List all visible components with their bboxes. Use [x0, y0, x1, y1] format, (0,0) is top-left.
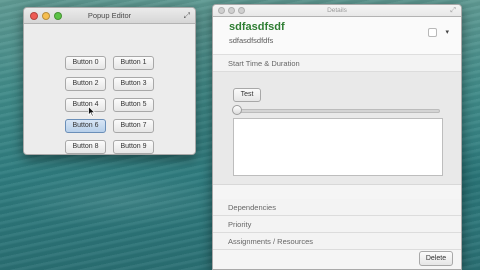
- fullscreen-icon[interactable]: ⤢: [450, 6, 456, 16]
- text-area[interactable]: [233, 118, 443, 176]
- task-checkbox[interactable]: [428, 28, 437, 37]
- button-2[interactable]: Button 2: [65, 77, 106, 91]
- section-priority[interactable]: Priority: [213, 216, 461, 233]
- button-9[interactable]: Button 9: [113, 140, 154, 154]
- button-6[interactable]: Button 6: [65, 119, 106, 133]
- task-header: sdfasdfsdf sdfasdfsdfdfs ▾: [213, 17, 461, 55]
- section-dependencies[interactable]: Dependencies: [213, 199, 461, 216]
- details-titlebar[interactable]: Details ⤢: [213, 5, 461, 17]
- button-0[interactable]: Button 0: [65, 56, 106, 70]
- button-5[interactable]: Button 5: [113, 98, 154, 112]
- close-button[interactable]: [218, 7, 225, 14]
- mouse-pointer-icon: [88, 106, 96, 117]
- bottom-toolbar: Delete: [213, 250, 461, 269]
- button-grid: Button 0 Button 1 Button 2 Button 3 Butt…: [65, 56, 154, 154]
- section-start-time[interactable]: Start Time & Duration: [213, 55, 461, 72]
- fullscreen-icon[interactable]: ⤢: [184, 11, 190, 21]
- delete-button[interactable]: Delete: [419, 251, 453, 266]
- zoom-button[interactable]: [238, 7, 245, 14]
- start-time-panel: Test: [213, 72, 461, 185]
- chevron-down-icon[interactable]: ▾: [445, 28, 449, 37]
- window-controls: [30, 12, 62, 20]
- task-subtitle[interactable]: sdfasdfsdfdfs: [229, 36, 273, 45]
- button-1[interactable]: Button 1: [113, 56, 154, 70]
- details-window: Details ⤢ sdfasdfsdf sdfasdfsdfdfs ▾ Sta…: [212, 4, 462, 270]
- popup-content: Button 0 Button 1 Button 2 Button 3 Butt…: [24, 24, 195, 154]
- window-controls-inactive: [218, 7, 245, 14]
- task-title[interactable]: sdfasdfsdf: [229, 21, 285, 33]
- close-button[interactable]: [30, 12, 38, 20]
- minimize-button[interactable]: [228, 7, 235, 14]
- popup-editor-window: Popup Editor ⤢ Button 0 Button 1 Button …: [23, 7, 196, 155]
- test-button[interactable]: Test: [233, 88, 261, 102]
- section-assignments[interactable]: Assignments / Resources: [213, 233, 461, 250]
- button-3[interactable]: Button 3: [113, 77, 154, 91]
- button-4[interactable]: Button 4: [65, 98, 106, 112]
- slider-handle[interactable]: [232, 105, 242, 115]
- button-8[interactable]: Button 8: [65, 140, 106, 154]
- zoom-button[interactable]: [54, 12, 62, 20]
- spacer: [213, 185, 461, 199]
- minimize-button[interactable]: [42, 12, 50, 20]
- button-7[interactable]: Button 7: [113, 119, 154, 133]
- popup-window-title: Popup Editor: [87, 11, 132, 20]
- details-window-title: Details: [327, 7, 347, 14]
- slider-track[interactable]: [235, 109, 440, 113]
- popup-titlebar[interactable]: Popup Editor ⤢: [24, 8, 195, 24]
